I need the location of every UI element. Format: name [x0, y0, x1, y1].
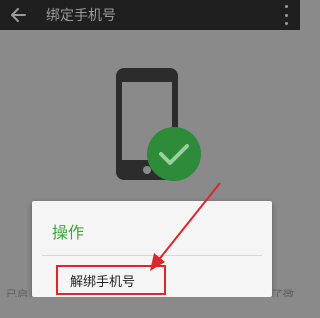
unbind-phone-option[interactable]: 解绑手机号	[56, 265, 166, 295]
back-arrow-icon	[11, 8, 26, 22]
action-dialog: 操作 解绑手机号	[32, 201, 272, 297]
bottom-strip	[0, 297, 300, 318]
phone-verified-icon	[116, 68, 201, 181]
screen: 绑定手机号 已启 了微 操作 解绑手机号	[0, 0, 300, 318]
app-bar: 绑定手机号	[0, 0, 300, 30]
more-vertical-icon[interactable]	[282, 4, 290, 26]
dialog-title: 操作	[52, 223, 85, 242]
check-badge-icon	[147, 127, 201, 181]
page-title: 绑定手机号	[46, 8, 116, 24]
dialog-divider	[42, 255, 262, 256]
back-button[interactable]	[0, 0, 36, 30]
